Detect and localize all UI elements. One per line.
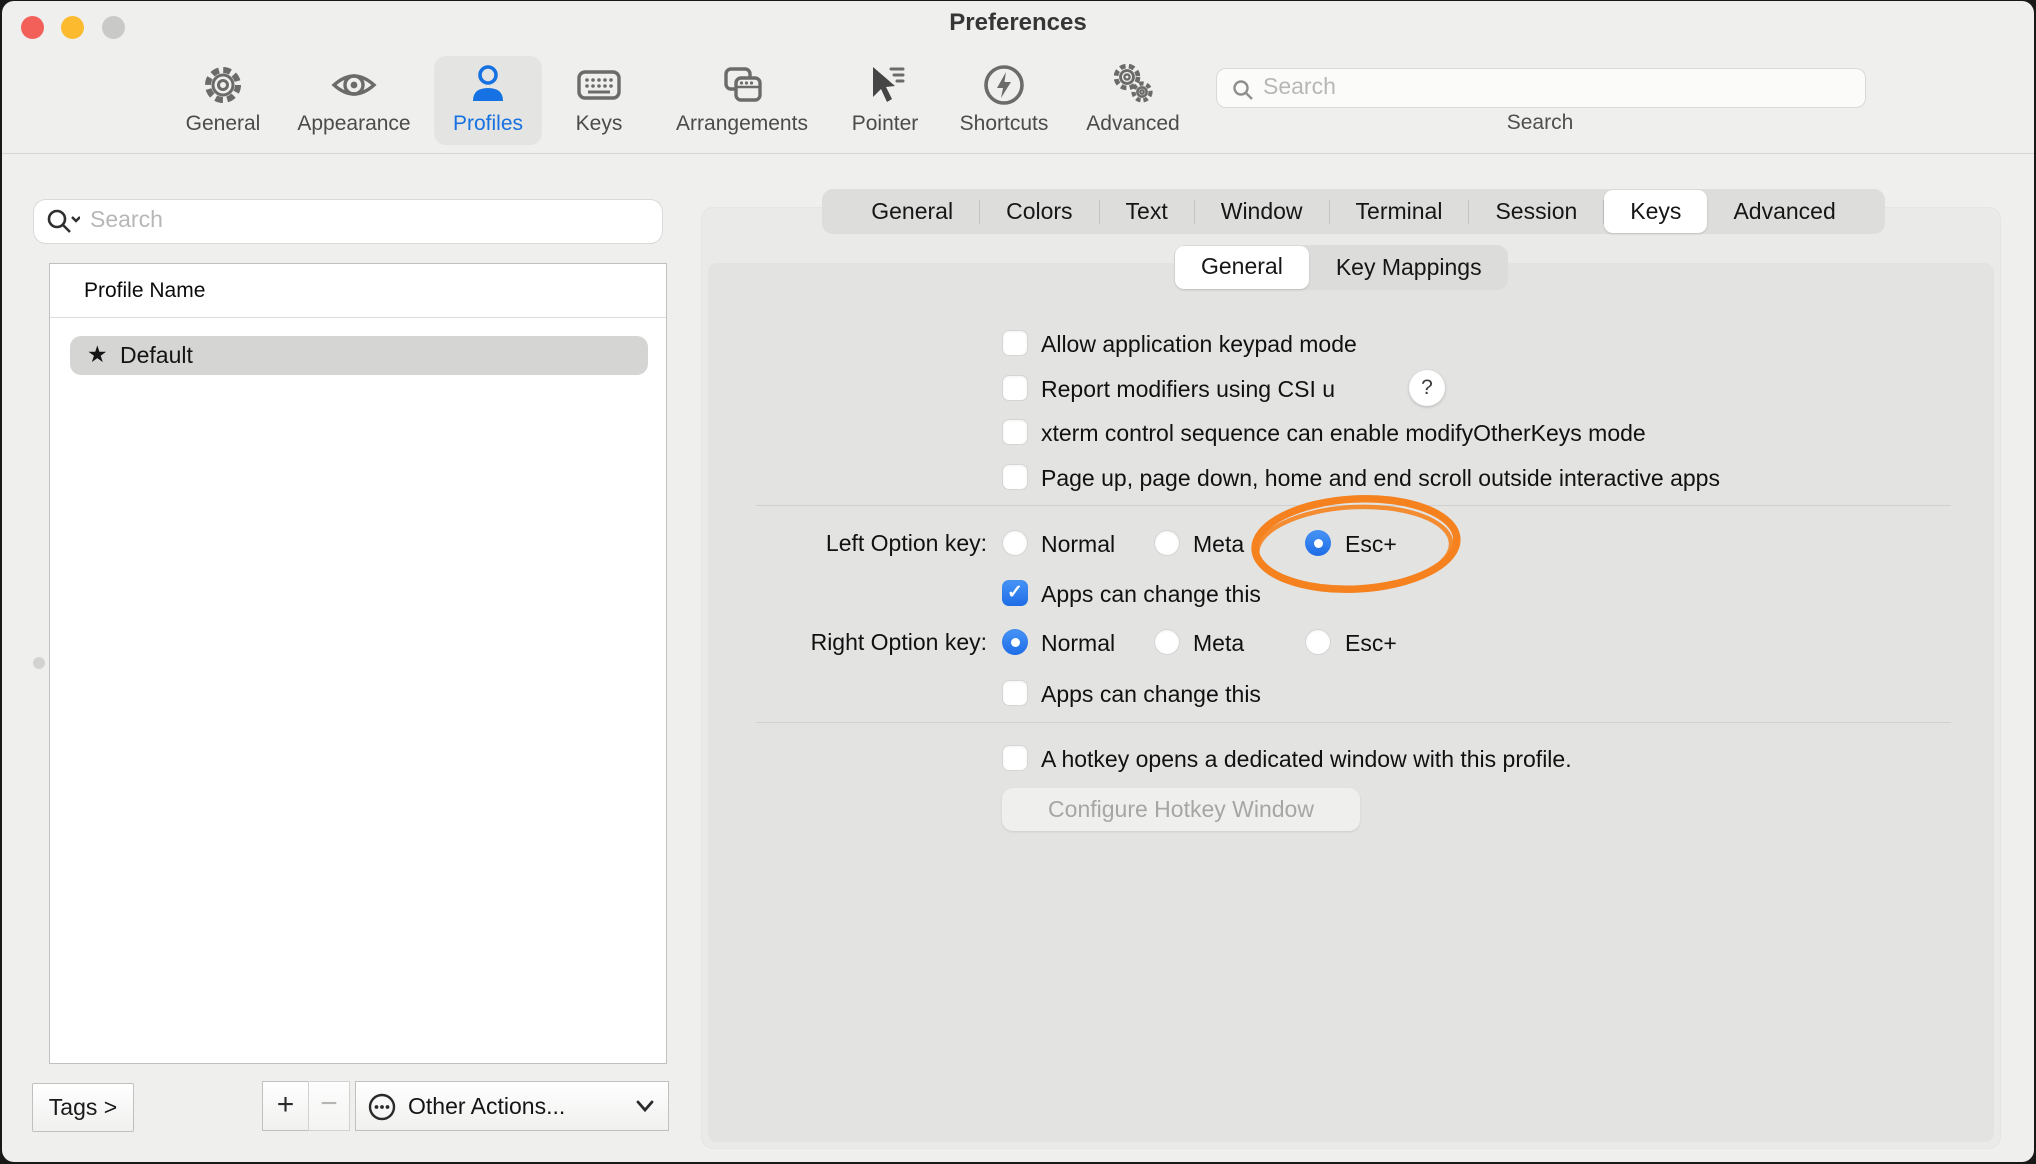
radio-label[interactable]: Esc+ [1345, 630, 1397, 657]
radio-label[interactable]: Meta [1193, 630, 1244, 657]
eye-icon [330, 61, 378, 109]
toolbar-item-label: Advanced [1058, 112, 1208, 136]
profile-list-header: Profile Name [84, 279, 205, 303]
tab-window[interactable]: Window [1195, 189, 1329, 234]
profile-settings-content [708, 263, 1994, 1142]
profile-row-default[interactable]: ★ Default [70, 336, 648, 375]
tab-colors[interactable]: Colors [980, 189, 1098, 234]
section-divider [756, 722, 1951, 723]
tab-text[interactable]: Text [1100, 189, 1194, 234]
subtab-key-mappings[interactable]: Key Mappings [1310, 245, 1508, 290]
radio-label[interactable]: Meta [1193, 531, 1244, 558]
toolbar-item-keys[interactable]: Keys [524, 56, 674, 146]
tab-terminal[interactable]: Terminal [1330, 189, 1469, 234]
checkbox-modify-other-keys[interactable] [1002, 419, 1028, 445]
toolbar-item-label: Arrangements [667, 112, 817, 136]
checkbox-csi-u[interactable] [1002, 375, 1028, 401]
right-option-key-label: Right Option key: [702, 629, 987, 656]
checkbox-label[interactable]: Apps can change this [1041, 581, 1261, 608]
radio-label[interactable]: Normal [1041, 630, 1115, 657]
checkbox-label[interactable]: xterm control sequence can enable modify… [1041, 420, 1646, 447]
toolbar-item-general[interactable]: General [148, 56, 298, 146]
checkbox-label[interactable]: Page up, page down, home and end scroll … [1041, 465, 1720, 492]
profile-search-field[interactable] [33, 199, 663, 244]
radio-label[interactable]: Esc+ [1345, 531, 1397, 558]
radio-label[interactable]: Normal [1041, 531, 1115, 558]
window-title: Preferences [2, 9, 2034, 37]
bolt-circle-icon [980, 61, 1028, 109]
preferences-window: Preferences General Appearance Profiles … [2, 1, 2034, 1162]
hotkey-window-checkbox[interactable] [1002, 745, 1028, 771]
section-divider [756, 505, 1951, 506]
tab-keys[interactable]: Keys [1604, 190, 1707, 233]
toolbar-item-advanced[interactable]: Advanced [1058, 56, 1208, 146]
configure-hotkey-window-button[interactable]: Configure Hotkey Window [1002, 788, 1360, 831]
left-option-apps-change-checkbox[interactable]: ✓ [1002, 580, 1028, 606]
right-option-meta-radio[interactable] [1154, 629, 1180, 655]
profile-name: Default [120, 342, 193, 369]
other-actions-dropdown[interactable]: Other Actions... [355, 1081, 669, 1131]
list-header-divider [50, 317, 666, 318]
toolbar-divider [2, 153, 2034, 154]
windows-icon [718, 61, 766, 109]
search-icon [1231, 78, 1255, 102]
person-icon [464, 61, 512, 109]
profile-list[interactable] [49, 263, 667, 1064]
ellipsis-circle-icon [368, 1093, 396, 1121]
left-option-meta-radio[interactable] [1154, 530, 1180, 556]
checkbox-label[interactable]: A hotkey opens a dedicated window with t… [1041, 746, 1572, 773]
right-option-normal-radio[interactable] [1002, 629, 1028, 655]
profile-tab-bar: General Colors Text Window Terminal Sess… [822, 189, 1885, 234]
toolbar-item-label: General [148, 112, 298, 136]
toolbar-search-label: Search [1440, 111, 1640, 135]
toolbar-item-label: Appearance [279, 112, 429, 136]
gears-icon [1109, 61, 1157, 109]
cursor-icon [861, 61, 909, 109]
toolbar-item-label: Shortcuts [929, 112, 1079, 136]
remove-profile-button[interactable]: − [308, 1081, 350, 1131]
left-option-key-label: Left Option key: [702, 530, 987, 557]
toolbar-search-field[interactable] [1216, 68, 1866, 108]
keys-subtab-bar: General Key Mappings [1174, 245, 1508, 290]
chevron-down-icon [636, 1099, 654, 1113]
right-option-esc-radio[interactable] [1305, 629, 1331, 655]
add-profile-button[interactable]: + [262, 1081, 309, 1131]
right-option-apps-change-checkbox[interactable] [1002, 680, 1028, 706]
checkbox-label[interactable]: Apps can change this [1041, 681, 1261, 708]
help-button[interactable]: ? [1409, 370, 1445, 406]
other-actions-label: Other Actions... [408, 1093, 565, 1120]
profile-search-input[interactable] [90, 206, 640, 233]
toolbar-item-shortcuts[interactable]: Shortcuts [929, 56, 1079, 146]
checkbox-label[interactable]: Allow application keypad mode [1041, 331, 1357, 358]
default-star-icon: ★ [87, 341, 108, 368]
left-option-normal-radio[interactable] [1002, 530, 1028, 556]
toolbar-search-input[interactable] [1263, 73, 1843, 100]
keyboard-icon [575, 61, 623, 109]
tab-session[interactable]: Session [1469, 189, 1603, 234]
gear-icon [199, 61, 247, 109]
search-menu-icon [46, 208, 80, 236]
checkbox-label[interactable]: Report modifiers using CSI u [1041, 376, 1335, 403]
tags-button[interactable]: Tags > [32, 1083, 134, 1132]
toolbar-item-label: Keys [524, 112, 674, 136]
checkbox-keypad-mode[interactable] [1002, 330, 1028, 356]
toolbar-item-appearance[interactable]: Appearance [279, 56, 429, 146]
tab-advanced[interactable]: Advanced [1707, 189, 1861, 234]
left-option-esc-radio[interactable] [1305, 530, 1331, 556]
checkbox-page-scroll[interactable] [1002, 464, 1028, 490]
subtab-general[interactable]: General [1175, 246, 1309, 289]
tab-general[interactable]: General [845, 189, 979, 234]
splitter-handle[interactable] [33, 657, 45, 669]
toolbar-item-arrangements[interactable]: Arrangements [667, 56, 817, 146]
